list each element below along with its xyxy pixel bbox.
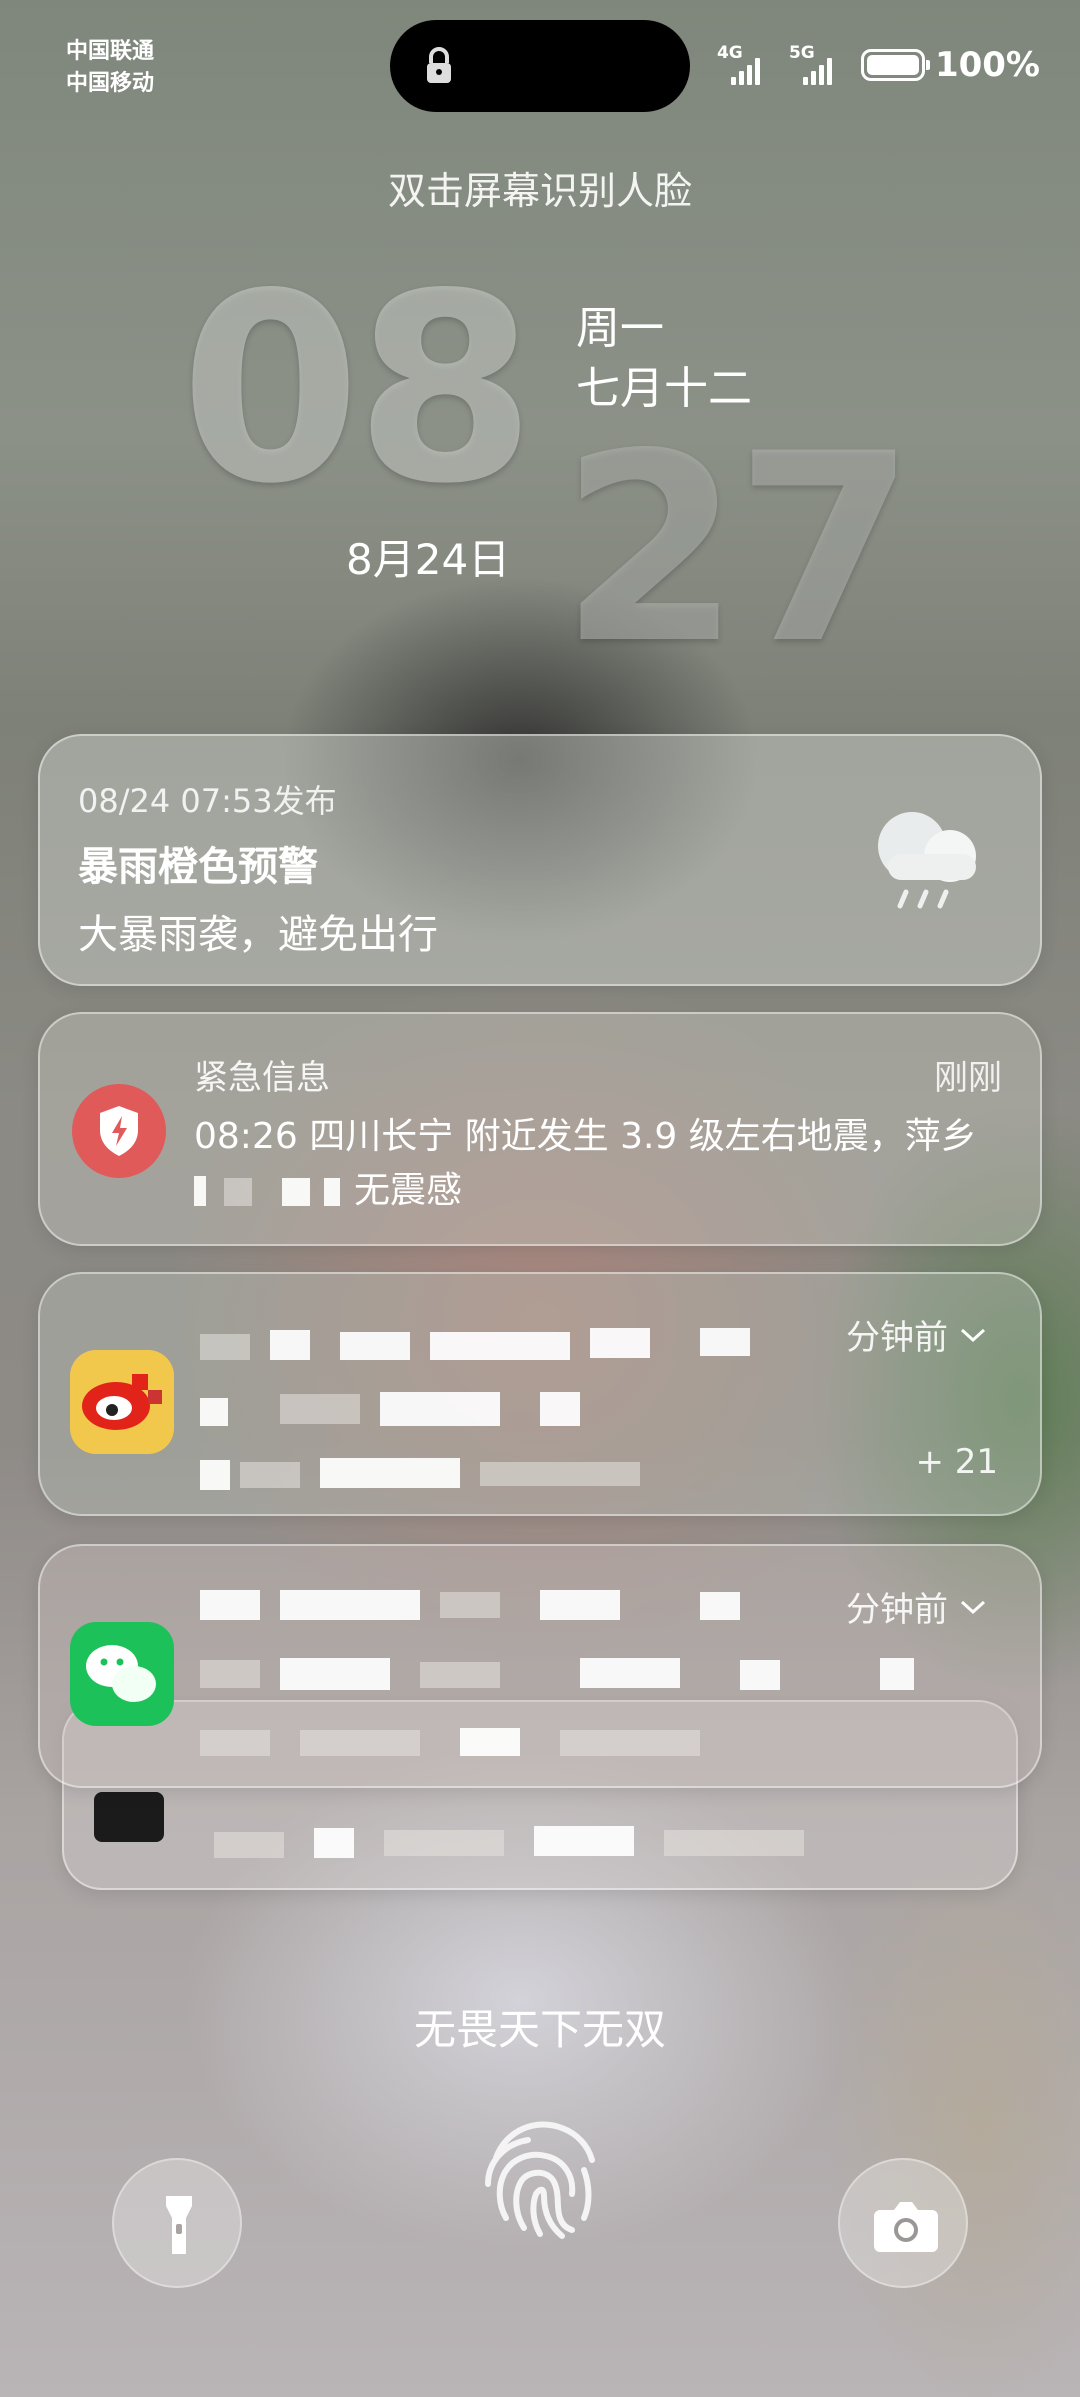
date: 8月24日	[346, 535, 511, 584]
redacted-text	[200, 1590, 260, 1620]
redacted-text	[384, 1830, 504, 1856]
redacted-text	[700, 1328, 750, 1356]
carrier-1: 中国联通	[66, 39, 155, 64]
stacked-app-icon	[94, 1792, 164, 1842]
redacted-text	[664, 1830, 804, 1856]
redacted-text	[280, 1658, 390, 1690]
redacted-text	[560, 1730, 700, 1756]
redacted-text	[540, 1590, 620, 1620]
redacted-text	[324, 1178, 340, 1206]
lock-icon	[427, 47, 451, 83]
notification-time: 分钟前	[846, 1318, 948, 1358]
battery-level: 100%	[934, 45, 1040, 85]
notification-title: 暴雨橙色预警	[78, 844, 318, 890]
redacted-text	[700, 1592, 740, 1620]
weibo-icon	[70, 1350, 174, 1454]
clock-minute: 27	[560, 399, 916, 701]
redacted-text	[430, 1332, 570, 1360]
redacted-text	[314, 1828, 354, 1858]
chevron-down-icon[interactable]	[960, 1599, 986, 1615]
redacted-text	[540, 1392, 580, 1426]
redacted-text	[534, 1826, 634, 1856]
lock-screen: 中国联通 中国移动 4G 5G 100% 双击屏幕识别人脸 08 周一 七月十二…	[0, 0, 1080, 2397]
redacted-text	[214, 1832, 284, 1858]
clock-hour: 08	[180, 239, 536, 541]
notification-time: 刚刚	[934, 1058, 1002, 1098]
rain-cloud-icon	[878, 812, 976, 909]
redacted-text	[224, 1178, 252, 1206]
redacted-text	[440, 1592, 500, 1618]
status-icons: 4G 5G 100%	[717, 42, 1040, 88]
redacted-text	[300, 1730, 420, 1756]
wechat-icon	[70, 1622, 174, 1726]
lockscreen-signature: 无畏天下无双	[413, 2005, 666, 2054]
redacted-text	[580, 1658, 680, 1688]
redacted-text	[194, 1176, 206, 1206]
face-unlock-hint: 双击屏幕识别人脸	[387, 169, 692, 213]
redacted-text	[240, 1462, 300, 1488]
camera-button[interactable]	[838, 2158, 968, 2288]
notification-time: 08/24 07:53发布	[78, 782, 337, 820]
flashlight-button[interactable]	[112, 2158, 242, 2288]
notification-body-tail: 无震感	[354, 1170, 463, 1211]
wechat-notification[interactable]: 分钟前	[38, 1544, 1042, 1788]
emergency-notification[interactable]: 紧急信息 刚刚 08:26 四川长宁 附近发生 3.9 级左右地震，萍乡 无震感	[38, 1012, 1042, 1246]
redacted-text	[280, 1590, 420, 1620]
notification-meta: 分钟前	[846, 1582, 986, 1631]
notification-count: + 21	[915, 1442, 998, 1482]
redacted-text	[200, 1660, 260, 1688]
redacted-text	[320, 1458, 460, 1488]
notification-time: 分钟前	[846, 1590, 948, 1630]
redacted-text	[270, 1330, 310, 1360]
shield-bolt-icon	[100, 1106, 138, 1156]
redacted-text	[282, 1178, 310, 1206]
carrier-info: 中国联通 中国移动	[66, 36, 154, 100]
notification-body: 08:26 四川长宁 附近发生 3.9 级左右地震，萍乡 无震感	[194, 1110, 1024, 1218]
fingerprint-icon[interactable]	[466, 2100, 616, 2250]
signal-4g-icon: 4G	[717, 45, 779, 85]
redacted-text	[420, 1662, 500, 1688]
redacted-text	[200, 1398, 228, 1426]
redacted-text	[280, 1394, 360, 1424]
notification-meta: 分钟前	[846, 1310, 986, 1359]
redacted-text	[460, 1728, 520, 1756]
notification-body-line: 08:26 四川长宁 附近发生 3.9 级左右地震，萍乡	[194, 1116, 977, 1157]
carrier-2: 中国移动	[66, 71, 155, 96]
redacted-text	[340, 1332, 410, 1360]
emergency-app-icon	[72, 1084, 166, 1178]
redacted-text	[200, 1730, 270, 1756]
chevron-down-icon[interactable]	[960, 1327, 986, 1343]
redacted-text	[590, 1328, 650, 1358]
notification-body-line: 无震感	[194, 1164, 1024, 1218]
redacted-text	[480, 1462, 640, 1486]
battery-icon	[860, 49, 930, 81]
notification-body: 大暴雨袭，避免出行	[78, 912, 438, 958]
redacted-text	[200, 1460, 230, 1490]
redacted-text	[740, 1660, 780, 1690]
camera-icon	[874, 2202, 938, 2252]
weibo-notification[interactable]: 分钟前 + 21	[38, 1272, 1042, 1516]
redacted-text	[880, 1658, 914, 1690]
redacted-text	[380, 1392, 500, 1426]
notification-app-name: 紧急信息	[194, 1058, 330, 1098]
redacted-text	[200, 1334, 250, 1360]
weekday: 周一	[576, 303, 664, 354]
signal-5g-icon: 5G	[789, 45, 851, 85]
flashlight-icon	[166, 2196, 192, 2254]
weather-alert-notification[interactable]: 08/24 07:53发布 暴雨橙色预警 大暴雨袭，避免出行	[38, 734, 1042, 986]
